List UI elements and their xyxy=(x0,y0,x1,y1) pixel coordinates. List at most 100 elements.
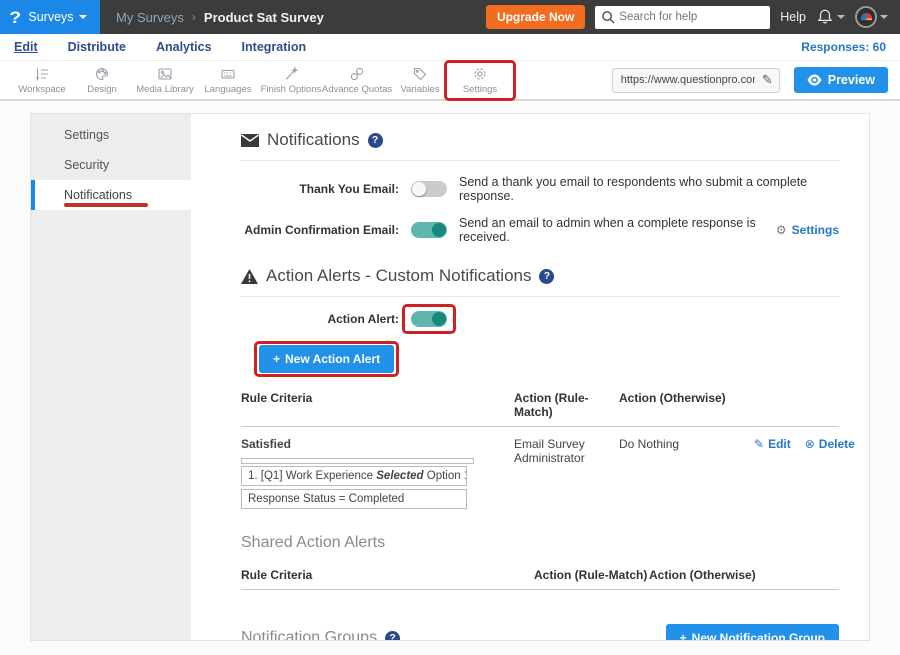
shared-action-alerts-table-header: Rule Criteria Action (Rule-Match) Action… xyxy=(241,568,839,590)
column-header-rule-criteria: Rule Criteria xyxy=(241,391,514,426)
help-search xyxy=(595,6,770,29)
preview-button[interactable]: Preview xyxy=(794,67,888,93)
toolbar-item-workspace[interactable]: Workspace xyxy=(12,64,72,97)
workspace-icon xyxy=(34,66,50,82)
section-title: Notifications xyxy=(267,130,360,150)
questionpro-logo-icon: ? xyxy=(9,9,21,26)
media-library-icon xyxy=(157,66,173,82)
thank-you-email-row: Thank You Email: Send a thank you email … xyxy=(241,175,839,203)
edit-action-alert-link[interactable]: ✎ Edit xyxy=(754,437,791,451)
help-search-input[interactable] xyxy=(595,6,770,29)
help-question-icon[interactable]: ? xyxy=(385,631,400,641)
help-question-icon[interactable]: ? xyxy=(368,133,383,148)
settings-sidebar: Settings Security Notifications xyxy=(31,114,191,640)
toolbar-item-advance-quotas[interactable]: Advance Quotas xyxy=(324,64,390,97)
preview-label: Preview xyxy=(828,73,875,87)
breadcrumb-my-surveys[interactable]: My Surveys xyxy=(116,10,184,25)
upgrade-now-button[interactable]: Upgrade Now xyxy=(486,5,585,29)
sidebar-item-security[interactable]: Security xyxy=(31,150,191,180)
rule-match-type: Satisfied xyxy=(241,437,514,451)
chevron-down-icon xyxy=(837,15,845,19)
action-alert-toggle[interactable] xyxy=(411,311,447,327)
tab-edit[interactable]: Edit xyxy=(14,40,38,54)
new-action-alert-button[interactable]: + New Action Alert xyxy=(259,345,394,373)
survey-url-input[interactable] xyxy=(612,68,780,93)
column-header-rule-criteria: Rule Criteria xyxy=(241,568,534,589)
breadcrumb-current-survey: Product Sat Survey xyxy=(204,10,324,25)
sidebar-item-label: Notifications xyxy=(64,188,132,202)
responses-count[interactable]: Responses: 60 xyxy=(801,40,886,54)
notifications-panel: Notifications ? Thank You Email: Send a … xyxy=(191,114,869,640)
help-question-icon[interactable]: ? xyxy=(539,269,554,284)
toolbar-item-label: Settings xyxy=(463,84,497,95)
notification-groups-header: Notification Groups ? + New Notification… xyxy=(241,624,839,640)
toolbar-item-media-library[interactable]: Media Library xyxy=(132,64,198,97)
settings-page: Settings Security Notifications Notifica… xyxy=(0,101,900,641)
notification-groups-title: Notification Groups xyxy=(241,629,377,640)
breadcrumb: My Surveys › Product Sat Survey xyxy=(116,10,324,25)
surveys-product-menu[interactable]: Surveys xyxy=(28,10,86,24)
action-otherwise-cell: Do Nothing xyxy=(619,427,754,512)
admin-email-settings-link[interactable]: ⚙ Settings xyxy=(776,223,839,237)
new-action-alert-label: New Action Alert xyxy=(285,352,380,366)
action-alerts-table-header: Rule Criteria Action (Rule-Match) Action… xyxy=(241,391,839,427)
shared-action-alerts-title: Shared Action Alerts xyxy=(241,534,839,552)
help-link[interactable]: Help xyxy=(780,10,806,24)
plus-icon: + xyxy=(680,631,687,640)
warning-triangle-icon xyxy=(241,269,258,284)
design-palette-icon xyxy=(94,66,110,82)
edit-pencil-icon: ✎ xyxy=(754,437,764,451)
new-notification-group-button[interactable]: + New Notification Group xyxy=(666,624,839,640)
sidebar-item-label: Settings xyxy=(64,128,109,142)
toolbar-item-settings[interactable]: Settings xyxy=(450,64,510,97)
action-alert-row: Satisfied 1. [Q1] Work Experience Select… xyxy=(241,427,839,512)
notifications-bell-menu[interactable] xyxy=(816,8,845,26)
admin-confirmation-email-description: Send an email to admin when a complete r… xyxy=(459,216,776,244)
divider xyxy=(241,296,839,297)
toolbar-item-label: Advance Quotas xyxy=(322,84,392,95)
annotation-underline-notifications xyxy=(64,203,148,207)
surveys-menu-label: Surveys xyxy=(28,10,73,24)
brand-menu[interactable]: ? Surveys xyxy=(0,0,100,34)
rule-criteria-cell: Satisfied 1. [Q1] Work Experience Select… xyxy=(241,427,514,512)
toolbar-item-label: Languages xyxy=(204,84,251,95)
thank-you-email-toggle[interactable] xyxy=(411,181,447,197)
sidebar-item-notifications[interactable]: Notifications xyxy=(31,180,191,210)
delete-action-alert-link[interactable]: ⊗ Delete xyxy=(805,437,855,451)
delete-circle-icon: ⊗ xyxy=(805,437,815,451)
action-alerts-section-header: Action Alerts - Custom Notifications ? xyxy=(241,266,839,286)
criteria-slim-box xyxy=(241,458,474,464)
new-notification-group-label: New Notification Group xyxy=(692,631,825,640)
survey-nav: Edit Distribute Analytics Integration Re… xyxy=(0,34,900,61)
sidebar-item-label: Security xyxy=(64,158,109,172)
edit-toolbar: Workspace Design Media Library Languages… xyxy=(0,61,900,101)
settings-card: Settings Security Notifications Notifica… xyxy=(30,113,870,641)
search-icon xyxy=(601,10,616,25)
criteria-condition: 1. [Q1] Work Experience Selected Option … xyxy=(241,466,467,486)
divider xyxy=(241,160,839,161)
thank-you-email-label: Thank You Email: xyxy=(241,182,399,196)
account-menu[interactable] xyxy=(855,6,888,28)
toolbar-item-languages[interactable]: Languages xyxy=(198,64,258,97)
section-title: Action Alerts - Custom Notifications xyxy=(266,266,531,286)
column-header-action-rule-match: Action (Rule-Match) xyxy=(534,568,649,589)
chevron-down-icon xyxy=(880,15,888,19)
toolbar-item-finish-options[interactable]: Finish Options xyxy=(258,64,324,97)
column-header-action-rule-match: Action (Rule-Match) xyxy=(514,391,619,426)
tab-distribute[interactable]: Distribute xyxy=(68,40,126,54)
languages-keyboard-icon xyxy=(220,66,236,82)
edit-url-pencil-icon[interactable]: ✎ xyxy=(762,72,773,88)
bell-icon xyxy=(816,8,834,26)
sidebar-item-settings[interactable]: Settings xyxy=(31,120,191,150)
thank-you-email-description: Send a thank you email to respondents wh… xyxy=(459,175,839,203)
toolbar-item-variables[interactable]: Variables xyxy=(390,64,450,97)
toolbar-item-design[interactable]: Design xyxy=(72,64,132,97)
toolbar-item-label: Workspace xyxy=(18,84,65,95)
tab-analytics[interactable]: Analytics xyxy=(156,40,212,54)
admin-confirmation-email-toggle[interactable] xyxy=(411,222,447,238)
avatar xyxy=(855,6,877,28)
criteria-condition: Response Status = Completed xyxy=(241,489,467,509)
chevron-down-icon xyxy=(79,15,87,19)
eye-icon xyxy=(807,74,822,86)
tab-integration[interactable]: Integration xyxy=(242,40,307,54)
